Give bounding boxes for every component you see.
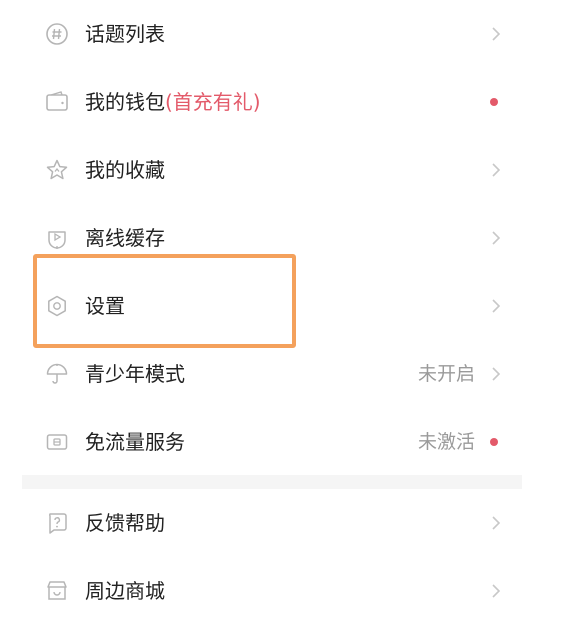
menu-item-favorites[interactable]: 我的收藏 bbox=[0, 136, 585, 204]
menu-item-label: 我的钱包(首充有礼) bbox=[85, 90, 261, 114]
status-text: 未激活 bbox=[418, 431, 476, 453]
menu-item-label: 青少年模式 bbox=[85, 362, 185, 386]
wallet-label: 我的钱包 bbox=[85, 90, 165, 114]
chevron-right-icon bbox=[490, 364, 502, 384]
help-icon bbox=[45, 511, 69, 535]
section-divider bbox=[22, 475, 522, 489]
hash-icon bbox=[45, 22, 69, 46]
chevron-right-icon bbox=[490, 228, 502, 248]
chevron-right-icon bbox=[490, 24, 502, 44]
star-icon bbox=[45, 158, 69, 182]
settings-highlight-box bbox=[33, 254, 296, 348]
menu-item-label: 我的收藏 bbox=[85, 158, 165, 182]
menu-item-free-data[interactable]: 免流量服务 未激活 bbox=[0, 408, 585, 476]
chevron-right-icon bbox=[490, 513, 502, 533]
menu-item-label: 免流量服务 bbox=[85, 430, 185, 454]
menu-item-feedback[interactable]: 反馈帮助 bbox=[0, 489, 585, 557]
wallet-promo-text: (首充有礼) bbox=[165, 90, 261, 114]
menu-item-label: 反馈帮助 bbox=[85, 511, 165, 535]
notification-dot bbox=[490, 98, 498, 106]
menu-item-wallet[interactable]: 我的钱包(首充有礼) bbox=[0, 68, 585, 136]
menu-item-teen-mode[interactable]: 青少年模式 未开启 bbox=[0, 340, 585, 408]
download-icon bbox=[45, 226, 69, 250]
wallet-icon bbox=[45, 90, 69, 114]
chevron-right-icon bbox=[490, 160, 502, 180]
status-text: 未开启 bbox=[418, 363, 476, 385]
umbrella-icon bbox=[45, 362, 69, 386]
chevron-right-icon bbox=[490, 296, 502, 316]
menu-item-label: 离线缓存 bbox=[85, 226, 165, 250]
notification-dot bbox=[490, 438, 498, 446]
menu-item-shop[interactable]: 周边商城 bbox=[0, 557, 585, 625]
chevron-right-icon bbox=[490, 581, 502, 601]
sim-card-icon bbox=[45, 430, 69, 454]
menu-item-label: 话题列表 bbox=[85, 22, 165, 46]
menu-item-topic-list[interactable]: 话题列表 bbox=[0, 0, 585, 68]
store-icon bbox=[45, 579, 69, 603]
menu-item-label: 周边商城 bbox=[85, 579, 165, 603]
